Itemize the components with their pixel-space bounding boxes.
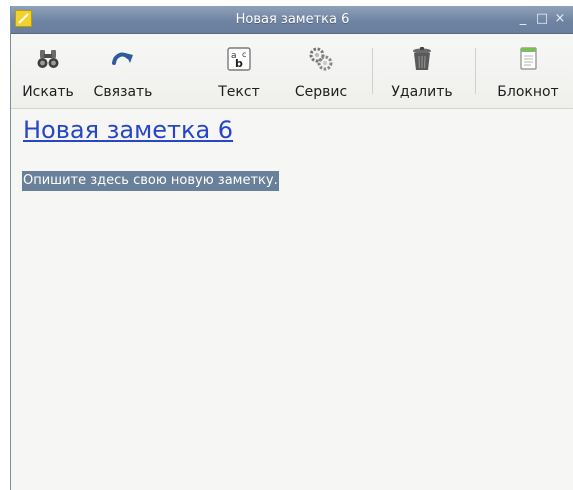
text-button[interactable]: a c b Текст <box>207 40 271 102</box>
note-body-selected-text[interactable]: Опишите здесь свою новую заметку. <box>22 171 279 191</box>
search-button[interactable]: Искать <box>15 40 81 102</box>
toolbar-separator <box>372 48 373 94</box>
delete-button[interactable]: Удалить <box>380 40 464 102</box>
maximize-button[interactable]: □ <box>535 12 549 26</box>
svg-text:b: b <box>235 57 243 70</box>
tools-label: Сервис <box>294 84 348 100</box>
text-label: Текст <box>218 84 260 100</box>
redo-arrow-icon <box>110 46 136 72</box>
notebook-button[interactable]: Блокнот <box>485 40 571 102</box>
link-label: Связать <box>93 84 153 100</box>
note-title[interactable]: Новая заметка 6 <box>23 116 233 144</box>
minimize-button[interactable]: _ <box>516 12 530 26</box>
close-button[interactable]: × <box>553 12 567 26</box>
toolbar-separator <box>475 48 476 94</box>
trash-can-icon <box>409 46 435 72</box>
text-format-icon: a c b <box>226 46 252 72</box>
titlebar[interactable]: Новая заметка 6 _ □ × <box>11 6 573 34</box>
toolbar: Искать Связать a c b Текст Сервис Удалит… <box>11 34 573 109</box>
binoculars-icon <box>35 46 61 72</box>
note-window: Новая заметка 6 _ □ × Искать Связать a c… <box>10 6 573 490</box>
notebook-label: Блокнот <box>497 84 559 100</box>
notebook-icon <box>515 46 541 72</box>
gears-icon <box>308 46 334 72</box>
tools-button[interactable]: Сервис <box>281 40 361 102</box>
delete-label: Удалить <box>391 84 453 100</box>
link-button[interactable]: Связать <box>87 40 159 102</box>
search-label: Искать <box>22 84 74 100</box>
window-title: Новая заметка 6 <box>235 12 350 27</box>
